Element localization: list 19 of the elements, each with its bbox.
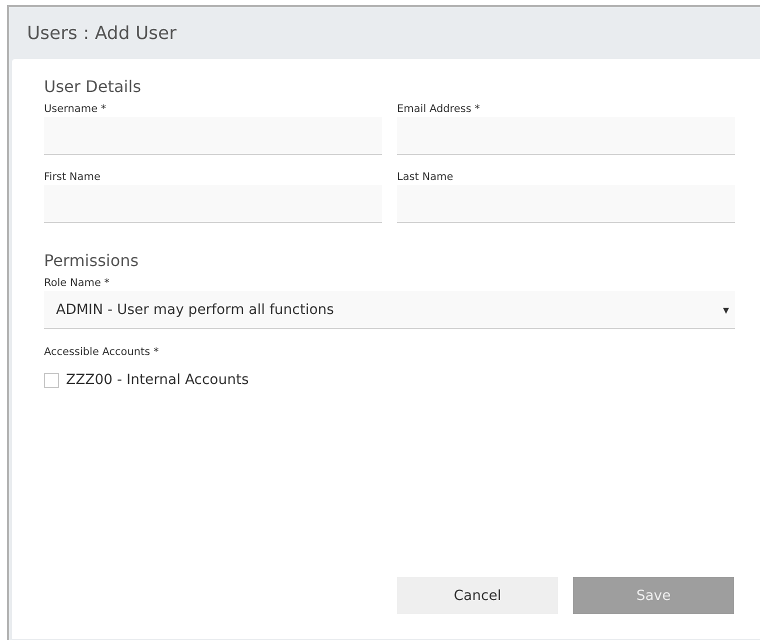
field-label: Last Name bbox=[397, 171, 454, 183]
checkbox-label: ZZZ00 - Internal Accounts bbox=[66, 372, 249, 388]
dialog-title: Users : Add User bbox=[27, 22, 177, 44]
input-field[interactable] bbox=[397, 185, 735, 223]
input-field[interactable] bbox=[44, 117, 382, 155]
role-dropdown[interactable]: ADMIN - User may perform all functions ▾ bbox=[44, 291, 735, 329]
field-label: First Name bbox=[44, 171, 102, 183]
field-label: Username * bbox=[44, 103, 108, 115]
section-heading: Permissions bbox=[44, 251, 140, 270]
caret-icon: ▾ bbox=[722, 302, 729, 316]
field-label: Accessible Accounts * bbox=[44, 346, 160, 358]
cancel-button[interactable]: Cancel bbox=[397, 577, 558, 614]
field-label: Email Address * bbox=[397, 103, 481, 115]
section-heading: User Details bbox=[44, 77, 142, 96]
field-label: Role Name * bbox=[44, 277, 111, 289]
input-field[interactable] bbox=[44, 185, 382, 223]
checkbox[interactable] bbox=[44, 372, 59, 388]
dropdown-value: ADMIN - User may perform all functions bbox=[56, 302, 334, 318]
input-field[interactable] bbox=[397, 117, 735, 155]
